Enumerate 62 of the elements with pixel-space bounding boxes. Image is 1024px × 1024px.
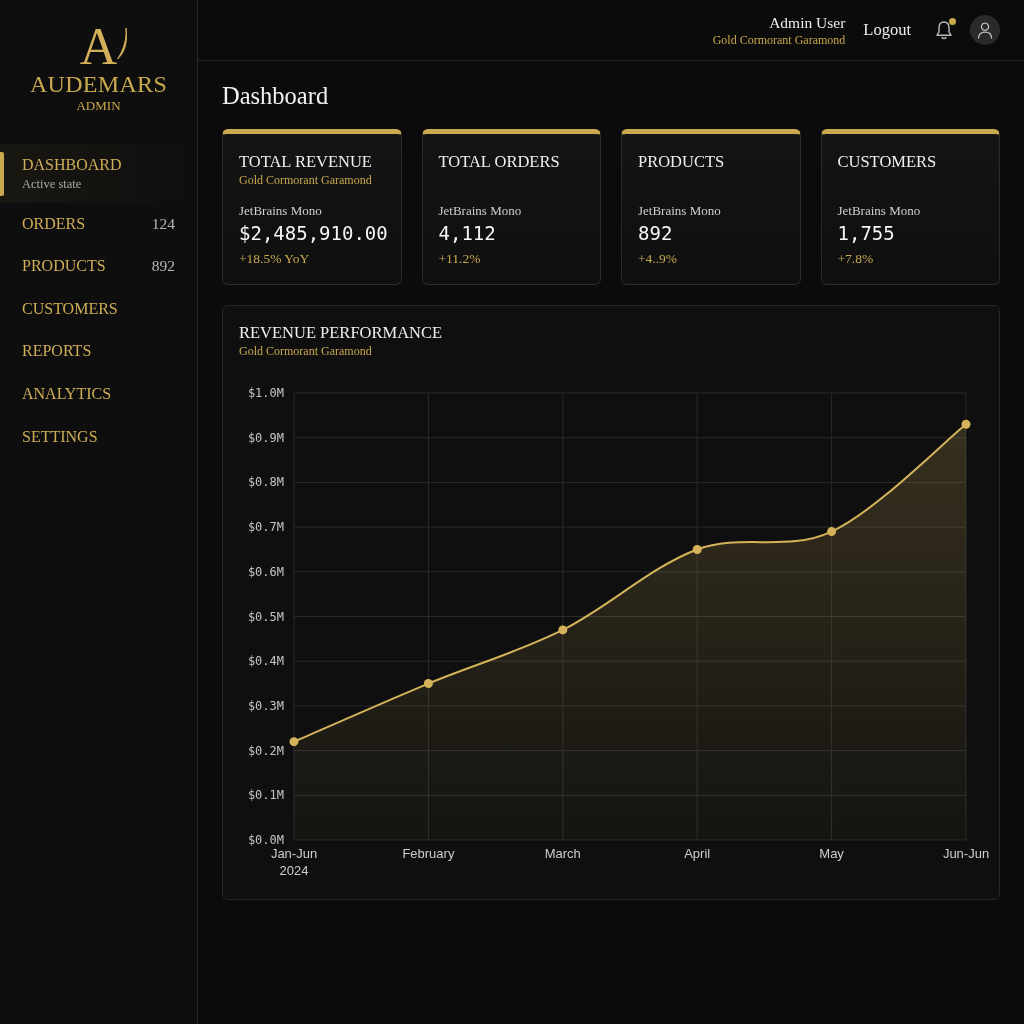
y-axis-label: $0.3M: [247, 697, 284, 714]
y-axis-label: $0.8M: [247, 474, 284, 491]
stat-caption: JetBrains Mono: [638, 202, 721, 220]
nav-note: Active state: [22, 175, 82, 192]
brand-name: AUDEMARS: [29, 70, 168, 98]
nav-item[interactable]: PRODUCTS 892: [0, 245, 197, 288]
y-axis-label: $0.5M: [247, 608, 284, 625]
y-axis-label: $0.2M: [247, 742, 284, 759]
stat-caption: JetBrains Mono: [239, 202, 322, 220]
stat-change: +4..9%: [638, 250, 678, 268]
page-title: Dashboard: [222, 81, 329, 111]
y-axis-label: $0.7M: [247, 519, 284, 536]
data-point: [289, 737, 299, 747]
data-point: [827, 527, 837, 537]
x-axis-label: Jun-Jun: [942, 845, 990, 862]
x-axis-label: Jan-Jun 2024: [270, 846, 318, 879]
user-subtitle: Gold Cormorant Garamond: [712, 31, 846, 48]
nav-item[interactable]: REPORTS: [0, 330, 197, 373]
y-axis-label: $0.9M: [247, 429, 284, 446]
chart-subtitle: Gold Cormorant Garamond: [239, 343, 372, 359]
stat-change: +18.5% YoY: [239, 250, 310, 268]
stat-title: TOTAL REVENUE: [239, 152, 372, 172]
data-point: [423, 679, 433, 689]
logo-letter: A: [79, 24, 118, 70]
stat-title: CUSTOMERS: [837, 152, 937, 172]
nav-item[interactable]: ORDERS 124: [0, 202, 197, 246]
bell-icon[interactable]: [935, 20, 953, 41]
avatar-button[interactable]: [970, 15, 1000, 45]
y-axis-label: $0.6M: [247, 563, 284, 580]
stat-caption: JetBrains Mono: [837, 202, 921, 220]
stat-change: +7.8%: [837, 250, 874, 268]
stat-caption: JetBrains Mono: [438, 202, 522, 220]
y-axis-label: $0.1M: [247, 787, 284, 804]
data-point: [692, 544, 702, 554]
stat-value: 892: [638, 221, 673, 246]
y-axis-label: $0.4M: [247, 653, 284, 670]
nav-count: 892: [151, 256, 175, 277]
brand-subtitle: ADMIN: [76, 98, 121, 114]
nav-item[interactable]: ANALYTICS: [0, 372, 197, 416]
stat-title: PRODUCTS: [638, 152, 725, 172]
nav-item[interactable]: SETTINGS: [0, 415, 197, 459]
data-point: [558, 625, 568, 635]
stat-change: +11.2%: [438, 250, 481, 268]
chart-title: REVENUE PERFORMANCE: [239, 323, 443, 343]
x-axis-label: March: [544, 845, 581, 862]
y-axis-label: $0.0M: [247, 832, 284, 848]
stat-title: TOTAL ORDERS: [438, 152, 560, 172]
logout-button[interactable]: Logout: [863, 20, 911, 40]
stat-value: $2,485,910.00: [239, 221, 388, 246]
x-axis-label: May: [819, 845, 844, 862]
user-name: Admin User: [769, 12, 846, 32]
stat-subtitle: Gold Cormorant Garamond: [239, 172, 372, 188]
nav-count: 124: [151, 213, 175, 234]
x-axis-label: April: [684, 845, 711, 862]
user-icon: [977, 21, 993, 39]
stat-value: 1,755: [837, 221, 895, 246]
stat-value: 4,112: [438, 221, 496, 246]
y-axis-label: $1.0M: [247, 385, 284, 401]
data-point: [961, 419, 971, 429]
x-axis-label: February: [402, 845, 455, 862]
swoosh-icon: [117, 26, 130, 60]
nav-item[interactable]: CUSTOMERS: [0, 287, 197, 331]
